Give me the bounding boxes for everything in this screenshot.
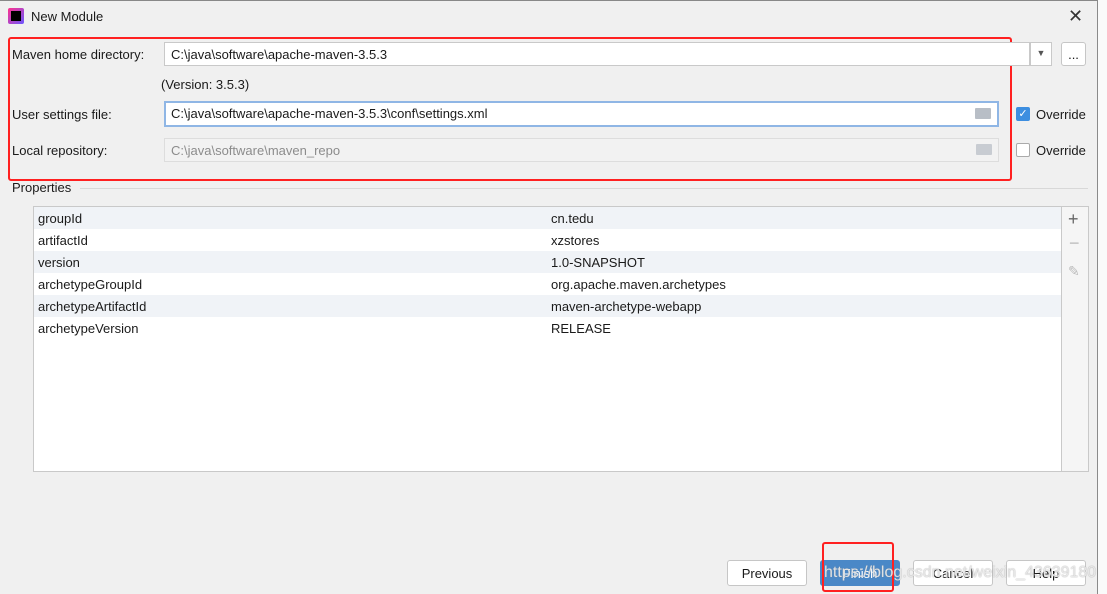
pencil-icon[interactable]: ✎ [1068, 263, 1080, 280]
table-row[interactable]: groupId cn.tedu [34, 207, 1061, 229]
previous-button[interactable]: Previous [727, 560, 807, 586]
chevron-down-icon[interactable]: ▼ [1030, 42, 1052, 66]
maven-home-input[interactable]: C:\java\software\apache-maven-3.5.3 [164, 42, 1030, 66]
dialog-title: New Module [31, 9, 104, 24]
property-key: version [38, 254, 80, 270]
property-value: maven-archetype-webapp [551, 298, 702, 314]
version-text: (Version: 3.5.3) [161, 77, 250, 92]
property-key: archetypeVersion [38, 320, 139, 336]
table-toolbar: + − ✎ [1062, 206, 1089, 472]
user-settings-override-checkbox[interactable]: ✓ [1016, 107, 1030, 121]
title-bar [0, 0, 1097, 32]
override-label: Override [1036, 107, 1086, 122]
maven-home-label: Maven home directory: [12, 47, 145, 62]
browse-button[interactable]: ... [1061, 42, 1086, 66]
local-repo-input: C:\java\software\maven_repo [164, 138, 999, 162]
table-row[interactable]: archetypeArtifactId maven-archetype-webap… [34, 295, 1061, 317]
property-value: xzstores [551, 232, 600, 248]
property-value: org.apache.maven.archetypes [551, 276, 726, 292]
minus-icon[interactable]: − [1069, 233, 1080, 254]
close-icon[interactable]: ✕ [1068, 6, 1083, 27]
folder-icon [976, 144, 992, 155]
property-key: artifactId [38, 232, 88, 248]
properties-title: Properties [12, 180, 72, 195]
intellij-app-icon [8, 8, 24, 24]
table-row[interactable]: archetypeVersion RELEASE [34, 317, 1061, 339]
background-window [1097, 0, 1107, 594]
property-value: cn.tedu [551, 210, 594, 226]
property-key: groupId [38, 210, 83, 226]
user-settings-input[interactable]: C:\java\software\apache-maven-3.5.3\conf… [164, 101, 999, 127]
plus-icon[interactable]: + [1068, 209, 1079, 230]
divider [80, 188, 1088, 189]
table-row[interactable]: version 1.0-SNAPSHOT [34, 251, 1061, 273]
local-repo-label: Local repository: [12, 143, 108, 158]
local-repo-value: C:\java\software\maven_repo [171, 143, 341, 158]
watermark: https://blog.csdn.net/weixin_43639180 [824, 564, 1097, 581]
property-value: 1.0-SNAPSHOT [551, 254, 645, 270]
property-value: RELEASE [551, 320, 611, 336]
user-settings-label: User settings file: [12, 107, 112, 122]
property-key: archetypeArtifactId [38, 298, 147, 314]
property-key: archetypeGroupId [38, 276, 143, 292]
properties-table[interactable]: groupId cn.tedu artifactId xzstores versio… [33, 206, 1062, 472]
table-row[interactable]: artifactId xzstores [34, 229, 1061, 251]
user-settings-value: C:\java\software\apache-maven-3.5.3\conf… [171, 106, 488, 121]
override-label: Override [1036, 143, 1086, 158]
table-row[interactable]: archetypeGroupId org.apache.maven.archety… [34, 273, 1061, 295]
folder-icon[interactable] [975, 108, 991, 119]
local-repo-override-checkbox[interactable] [1016, 143, 1030, 157]
